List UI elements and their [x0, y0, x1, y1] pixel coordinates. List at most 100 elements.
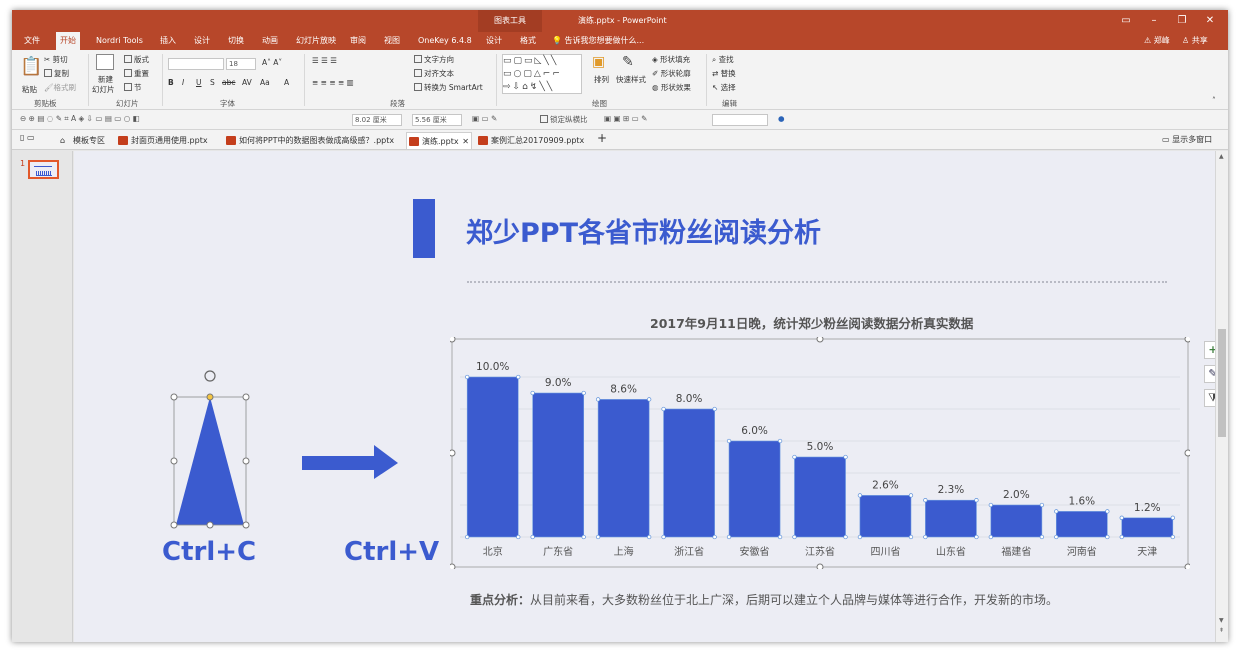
chart-elements-button[interactable]: + [1204, 341, 1215, 359]
tab-home[interactable]: 开始 [56, 32, 80, 50]
close-tab-icon[interactable]: ✕ [462, 133, 469, 150]
font-grow-icon[interactable]: A˄ A˅ [262, 58, 282, 67]
smartart-button[interactable]: 转换为 SmartArt [414, 82, 483, 93]
chart-bar[interactable] [1121, 517, 1174, 538]
multi-window-button[interactable]: ▭ 显示多窗口 [1162, 134, 1212, 145]
shape-width-input[interactable]: 8.02 厘米 [352, 114, 402, 126]
italic-button[interactable]: I [182, 78, 184, 87]
tab-doc-cases[interactable]: 案例汇总20170909.pptx [476, 132, 584, 149]
tell-me-box[interactable]: 💡 告诉我您想要做什么... [552, 32, 644, 50]
chart-bar[interactable] [925, 499, 977, 538]
user-account[interactable]: ⚠ 郑峰 [1144, 32, 1170, 50]
tab-doc-cover[interactable]: 封面页通用使用.pptx [116, 132, 208, 149]
maximize-button[interactable]: ❐ [1168, 10, 1196, 32]
toolbar-icons-right[interactable]: ▣ ▣ ⊞ ▭ ✎ [604, 114, 647, 123]
ctrl-c-label[interactable]: Ctrl+C [162, 537, 256, 567]
underline-button[interactable]: U [196, 78, 202, 87]
chart-resize-handle[interactable] [816, 563, 824, 569]
chart-bar[interactable] [728, 440, 781, 538]
resize-handle[interactable] [170, 521, 178, 529]
vertical-scrollbar[interactable]: ▲ ▼ ⇞ [1215, 151, 1228, 642]
format-painter-button[interactable]: 🖌格式刷 [44, 82, 76, 93]
toolbar-icons-left[interactable]: ⊖ ⊕ ▤ ◌ ✎ ⌗ A ◈ ⇩ ▭ ▤ ▭ ○ ◧ [20, 114, 140, 124]
tab-doc-practice[interactable]: 演练.pptx ✕ [406, 132, 472, 149]
chart-bar[interactable] [532, 392, 585, 538]
align-text-button[interactable]: 对齐文本 [414, 68, 454, 79]
chart-bar[interactable] [663, 408, 715, 538]
quick-styles-button[interactable]: 快速样式 [616, 74, 646, 85]
bullets-icon[interactable]: ☰ ☰ ☰ [312, 56, 337, 65]
reset-button[interactable]: 重置 [124, 68, 149, 79]
strikethrough-button[interactable]: abc [222, 78, 235, 87]
minimize-button[interactable]: – [1140, 10, 1168, 32]
slide-thumbnail-1[interactable] [28, 160, 59, 179]
resize-handle[interactable] [242, 393, 250, 401]
find-button[interactable]: ⌕ 查找 [712, 54, 734, 65]
char-spacing-button[interactable]: AV [242, 78, 252, 87]
tab-review[interactable]: 审阅 [346, 32, 370, 50]
lock-ratio-checkbox[interactable]: 锁定纵横比 [540, 114, 588, 125]
shapes-gallery[interactable]: ▭▢▭◺╲╲ ▭○▢△⌐⌐ ⇨⇩⌂↯╲╲ [502, 54, 582, 94]
arrange-button[interactable]: 排列 [594, 74, 609, 85]
chart-styles-button[interactable]: ✎ [1204, 365, 1215, 383]
cut-button[interactable]: ✂ 剪切 [44, 54, 68, 65]
close-button[interactable]: ✕ [1196, 10, 1224, 32]
toolbar-icons-mid[interactable]: ▣ ▭ ✎ [472, 114, 497, 123]
chart-bar[interactable] [794, 456, 846, 538]
shape-fill-button[interactable]: ◈ 形状填充 [652, 54, 690, 65]
new-tab-icon[interactable]: + [597, 131, 607, 145]
layout-button[interactable]: 版式 [124, 54, 149, 65]
prev-slide-icon[interactable]: ⇞ [1219, 627, 1224, 634]
scroll-down-icon[interactable]: ▼ [1219, 617, 1224, 624]
resize-handle[interactable] [206, 521, 214, 529]
font-name-input[interactable] [168, 58, 224, 70]
chart-bar[interactable] [466, 376, 519, 538]
shape-height-input[interactable]: 5.56 厘米 [412, 114, 462, 126]
resize-handle[interactable] [170, 457, 178, 465]
rotate-handle-icon[interactable] [204, 370, 216, 382]
new-doc-icon[interactable]: ▯ ▭ [20, 133, 35, 142]
section-button[interactable]: 节 [124, 82, 142, 93]
bold-button[interactable]: B [168, 78, 174, 87]
slide-title[interactable]: 郑少PPT各省市粉丝阅读分析 [466, 211, 821, 250]
tab-template-zone[interactable]: ⌂ 模板专区 [58, 132, 105, 149]
tab-design[interactable]: 设计 [190, 32, 214, 50]
chart-resize-handle[interactable] [450, 337, 456, 343]
tab-chart-format[interactable]: 格式 [516, 32, 540, 50]
tab-nordri-tools[interactable]: Nordri Tools [92, 32, 147, 50]
tab-view[interactable]: 视图 [380, 32, 404, 50]
scroll-up-icon[interactable]: ▲ [1219, 153, 1224, 160]
chart-resize-handle[interactable] [450, 563, 456, 569]
select-button[interactable]: ↖ 选择 [712, 82, 736, 93]
chart-resize-handle[interactable] [1184, 337, 1190, 343]
align-icons[interactable]: ≡ ≡ ≡ ≡ ▥ [312, 78, 354, 87]
analysis-text[interactable]: 重点分析：从目前来看，大多数粉丝位于北上广深，后期可以建立个人品牌与媒体等进行合… [470, 591, 1058, 608]
paste-button[interactable]: 粘贴 [22, 84, 37, 95]
color-picker-icon[interactable]: ● [778, 114, 785, 123]
share-button[interactable]: ♙ 共享 [1182, 32, 1208, 50]
resize-handle[interactable] [170, 393, 178, 401]
new-slide-label-2[interactable]: 幻灯片 [92, 84, 115, 95]
chart-bar[interactable] [859, 495, 912, 538]
font-size-input[interactable]: 18 [226, 58, 256, 70]
tab-insert[interactable]: 插入 [156, 32, 180, 50]
triangle-shape[interactable] [176, 397, 244, 525]
tab-transitions[interactable]: 切换 [224, 32, 248, 50]
chart-bar[interactable] [597, 399, 650, 538]
tab-file[interactable]: 文件 [20, 32, 44, 50]
chart-subtitle[interactable]: 2017年9月11日晚，统计郑少粉丝阅读数据分析真实数据 [650, 313, 973, 332]
font-color-button[interactable]: A [284, 78, 289, 87]
tab-chart-design[interactable]: 设计 [482, 32, 506, 50]
text-direction-button[interactable]: 文字方向 [414, 54, 454, 65]
chart-bar[interactable] [990, 504, 1043, 538]
shadow-button[interactable]: S [210, 78, 215, 87]
change-case-button[interactable]: Aa [260, 78, 270, 87]
tab-onekey[interactable]: OneKey 6.4.8 [414, 32, 476, 50]
collapse-ribbon-icon[interactable]: ˄ [1212, 96, 1216, 105]
slide-canvas[interactable]: 郑少PPT各省市粉丝阅读分析 2017年9月11日晚，统计郑少粉丝阅读数据分析真… [74, 151, 1215, 642]
ribbon-display-options-icon[interactable]: ▭ [1112, 10, 1140, 32]
replace-button[interactable]: ⇄ 替换 [712, 68, 736, 79]
tab-doc-chart-howto[interactable]: 如何将PPT中的数据图表做成高级感？.pptx [224, 132, 394, 149]
tab-animations[interactable]: 动画 [258, 32, 282, 50]
shape-effects-button[interactable]: ◍ 形状效果 [652, 82, 691, 93]
